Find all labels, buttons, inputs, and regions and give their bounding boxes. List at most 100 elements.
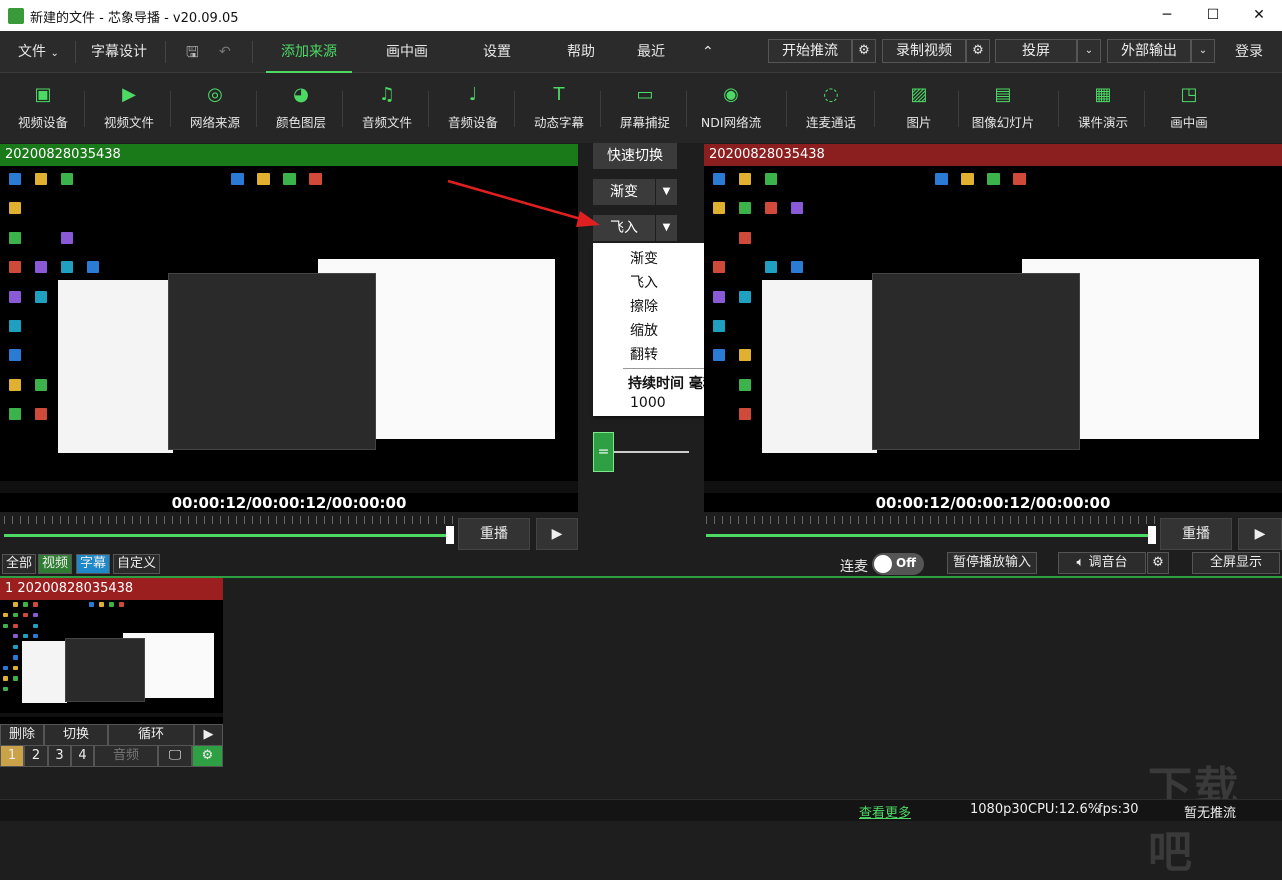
minimize-button[interactable]: ─ [1144, 0, 1190, 31]
tool-microphone[interactable]: ♩ 音频设备 [430, 73, 516, 143]
desktop-icon [765, 173, 778, 185]
transition-2-chevron-down-icon[interactable]: ▼ [656, 215, 677, 241]
record-video-button[interactable]: 录制视频 [882, 39, 966, 63]
transition-1-chevron-down-icon[interactable]: ▼ [656, 179, 677, 205]
tool-music-file[interactable]: ♫ 音频文件 [344, 73, 430, 143]
source-card-thumbnail[interactable] [0, 600, 223, 724]
start-stream-button[interactable]: 开始推流 [768, 39, 852, 63]
page-2-button[interactable]: 2 [24, 745, 48, 767]
desktop-icon [33, 613, 38, 617]
undo-icon[interactable]: ↶ [219, 31, 231, 73]
tool-call[interactable]: ◌ 连麦通话 [788, 73, 874, 143]
see-more-link[interactable]: 查看更多 [859, 802, 911, 821]
source-play-icon[interactable]: ▶ [194, 724, 223, 746]
tool-ndi[interactable]: ◉ NDI网络流 [688, 73, 774, 143]
page-1-button[interactable]: 1 [0, 745, 24, 767]
tool-text[interactable]: T 动态字幕 [516, 73, 602, 143]
resolution-status: 1080p30 [970, 802, 1028, 817]
page-3-button[interactable]: 3 [48, 745, 71, 767]
tool-label: 连麦通话 [788, 112, 874, 131]
menu-help[interactable]: 帮助 [567, 31, 595, 73]
menu-settings[interactable]: 设置 [483, 31, 511, 73]
tool-video-camera[interactable]: ▣ 视频设备 [0, 73, 86, 143]
tool-slideshow[interactable]: ▤ 图像幻灯片 [960, 73, 1046, 143]
desktop-icon [9, 232, 22, 244]
menu-subtitle-design[interactable]: 字幕设计 [91, 31, 147, 73]
recorder-window [872, 273, 1080, 449]
dropdown-item-wipe[interactable]: 擦除 [630, 296, 658, 316]
tool-monitor[interactable]: ▭ 屏幕捕捉 [602, 73, 688, 143]
network-icon: ◎ [202, 84, 228, 106]
save-icon[interactable]: 🖫 [186, 31, 199, 73]
desktop-icon [987, 173, 1000, 185]
filter-all[interactable]: 全部 [2, 554, 36, 574]
dropdown-item-zoom[interactable]: 缩放 [630, 320, 658, 340]
source-gear-icon[interactable]: ⚙ [192, 745, 223, 767]
program-play-icon[interactable]: ▶ [1238, 518, 1282, 550]
source-audio-button[interactable]: 音频 [94, 745, 158, 767]
source-switch-button[interactable]: 切换 [44, 724, 108, 746]
program-progress-handle[interactable] [1148, 526, 1156, 544]
taskbar [0, 481, 578, 493]
cast-button[interactable]: 投屏 [995, 39, 1077, 63]
menu-recent[interactable]: 最近 [637, 31, 665, 73]
desktop-icon [739, 232, 752, 244]
collapse-icon[interactable]: ⌃ [702, 31, 714, 73]
dropdown-item-fly-in[interactable]: 飞入 [630, 272, 658, 292]
mixer-gear-icon[interactable]: ⚙ [1147, 552, 1169, 574]
preview-play-icon[interactable]: ▶ [536, 518, 578, 550]
menu-pip[interactable]: 画中画 [386, 31, 428, 73]
menu-file[interactable]: 文件 ⌄ [18, 31, 59, 73]
tool-label: 音频文件 [344, 112, 430, 131]
tool-play-file[interactable]: ▶ 视频文件 [86, 73, 172, 143]
tool-palette[interactable]: ◕ 颜色图层 [258, 73, 344, 143]
tool-label: 屏幕捕捉 [602, 112, 688, 131]
tbar-handle[interactable]: = [593, 432, 614, 472]
program-progress[interactable] [706, 534, 1156, 537]
lianmai-toggle[interactable]: Off [872, 553, 924, 575]
dropdown-item-flip[interactable]: 翻转 [630, 344, 658, 364]
page-4-button[interactable]: 4 [71, 745, 94, 767]
tool-image[interactable]: ▨ 图片 [876, 73, 962, 143]
tool-network[interactable]: ◎ 网络来源 [172, 73, 258, 143]
cast-dropdown-chevron-down-icon[interactable]: ⌄ [1077, 39, 1101, 63]
login-button[interactable]: 登录 [1235, 31, 1263, 73]
red-arrow-annotation [440, 175, 610, 235]
speaker-icon: 🔈︎ [1077, 555, 1085, 570]
mixer-button[interactable]: 🔈︎ 调音台 [1058, 552, 1146, 574]
tool-pip[interactable]: ◳ 画中画 [1146, 73, 1232, 143]
source-monitor-icon[interactable]: 🖵︎ [158, 745, 192, 767]
close-button[interactable]: ✕ [1236, 0, 1282, 31]
explorer-window [22, 641, 67, 703]
fullscreen-button[interactable]: 全屏显示 [1192, 552, 1280, 574]
preview-replay-button[interactable]: 重播 [458, 518, 530, 550]
duration-input[interactable]: 1000 [630, 395, 666, 411]
tool-presentation[interactable]: ▦ 课件演示 [1060, 73, 1146, 143]
desktop-icon [713, 349, 726, 361]
desktop-icon [739, 408, 752, 420]
filter-custom[interactable]: 自定义 [113, 554, 160, 574]
desktop-icon [3, 676, 8, 680]
tool-label: 视频设备 [0, 112, 86, 131]
pause-input-button[interactable]: 暂停播放输入 [947, 552, 1037, 574]
fps-status: fps:30 [1098, 802, 1139, 817]
external-output-button[interactable]: 外部输出 [1107, 39, 1191, 63]
program-replay-button[interactable]: 重播 [1160, 518, 1232, 550]
desktop-icon [35, 291, 48, 303]
source-loop-button[interactable]: 循环 [108, 724, 194, 746]
preview-progress-handle[interactable] [446, 526, 454, 544]
quick-switch-button[interactable]: 快速切换 [593, 143, 677, 169]
menu-add-source[interactable]: 添加来源 [266, 31, 352, 73]
program-screen[interactable] [704, 166, 1282, 512]
tbar-track[interactable] [614, 451, 689, 453]
stream-settings-gear-icon[interactable]: ⚙ [852, 39, 876, 63]
external-output-chevron-down-icon[interactable]: ⌄ [1191, 39, 1215, 63]
filter-video[interactable]: 视频 [38, 554, 72, 574]
record-settings-gear-icon[interactable]: ⚙ [966, 39, 990, 63]
filter-subtitle[interactable]: 字幕 [76, 554, 110, 574]
source-delete-button[interactable]: 删除 [0, 724, 44, 746]
slideshow-icon: ▤ [990, 84, 1016, 106]
preview-progress[interactable] [4, 534, 454, 537]
dropdown-item-fade[interactable]: 渐变 [630, 248, 658, 268]
maximize-button[interactable]: ☐ [1190, 0, 1236, 31]
